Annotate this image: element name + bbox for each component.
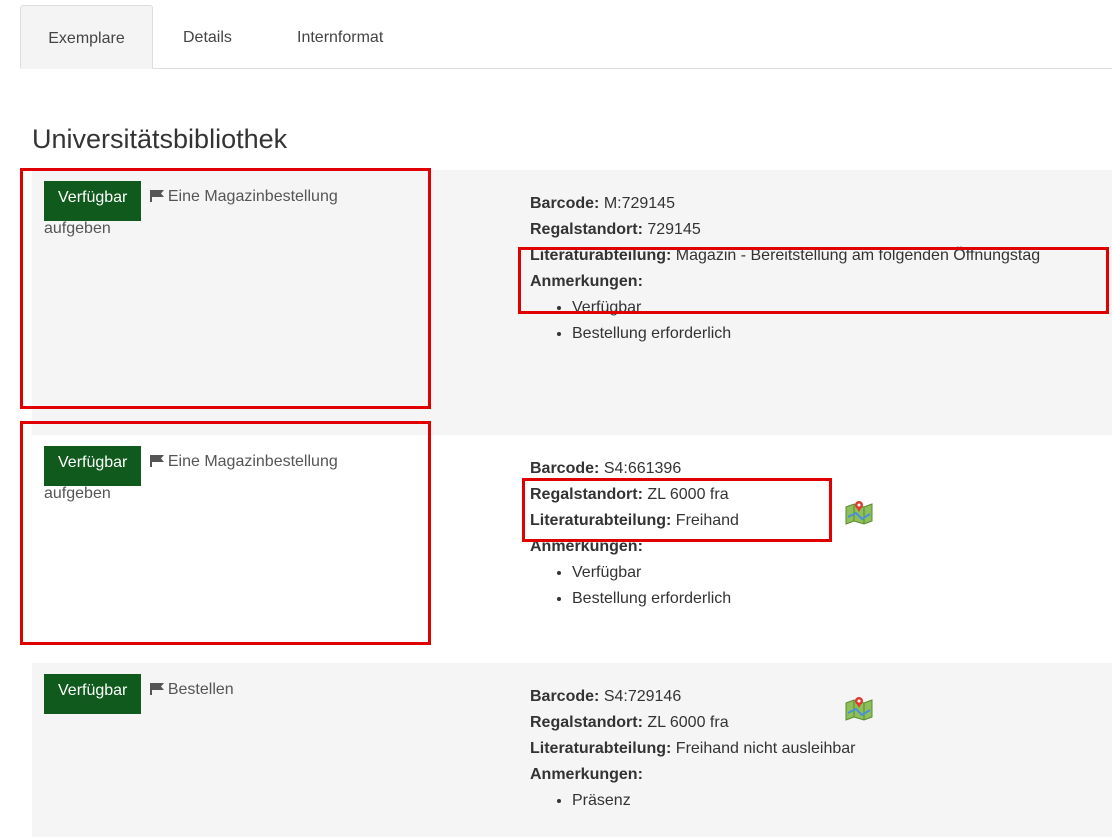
holding-row-3: Verfügbar Bestellen Barcode: S4:729146 R… [32, 663, 1112, 837]
order-link-label: Eine Magazinbestellung [167, 453, 338, 470]
order-link-label: Bestellen [167, 681, 234, 698]
tab-internformat[interactable]: Internformat [297, 5, 383, 68]
tab-exemplare[interactable]: Exemplare [20, 5, 153, 69]
department-label: Literaturabteilung: [530, 512, 672, 529]
holding-row-1: Verfügbar Eine Magazinbestellung aufgebe… [32, 170, 1112, 435]
shelf-label: Regalstandort: [530, 714, 643, 731]
shelf-label: Regalstandort: [530, 486, 643, 503]
flag-icon [149, 683, 164, 695]
order-link-label-continued: aufgeben [44, 485, 111, 502]
notes-list: Verfügbar Bestellung erforderlich [530, 295, 1110, 347]
barcode-value: M:729145 [603, 195, 675, 212]
barcode-label: Barcode: [530, 460, 600, 477]
barcode-label: Barcode: [530, 195, 600, 212]
barcode-line: Barcode: M:729145 [530, 191, 1110, 217]
notes-line: Anmerkungen: [530, 269, 1110, 295]
barcode-label: Barcode: [530, 688, 600, 705]
shelf-value: ZL 6000 fra [647, 486, 729, 503]
availability-badge: Verfügbar [44, 674, 142, 714]
department-line: Literaturabteilung: Magazin - Bereitstel… [530, 243, 1110, 269]
holding-details: Barcode: M:729145 Regalstandort: 729145 … [530, 191, 1110, 347]
department-value: Magazin - Bereitstellung am folgenden Öf… [675, 247, 1041, 264]
shelf-label: Regalstandort: [530, 221, 643, 238]
barcode-line: Barcode: S4:661396 [530, 456, 1110, 482]
shelf-line: Regalstandort: ZL 6000 fra [530, 482, 1110, 508]
page: Exemplare Details Internformat Universit… [0, 0, 1112, 837]
flag-icon [149, 190, 164, 202]
holding-status-cell: Verfügbar Eine Magazinbestellung aufgebe… [44, 181, 424, 241]
department-label: Literaturabteilung: [530, 247, 672, 264]
tab-details[interactable]: Details [183, 5, 232, 68]
department-value: Freihand [675, 512, 739, 529]
availability-badge: Verfügbar [44, 181, 142, 221]
barcode-value: S4:729146 [603, 688, 682, 705]
availability-badge: Verfügbar [44, 446, 142, 486]
note-item: Verfügbar [572, 560, 1110, 586]
department-line: Literaturabteilung: Freihand [530, 508, 1110, 534]
map-icon[interactable] [844, 695, 874, 721]
holding-status-cell: Verfügbar Eine Magazinbestellung aufgebe… [44, 446, 424, 506]
shelf-line: Regalstandort: ZL 6000 fra [530, 710, 1110, 736]
holding-row-2: Verfügbar Eine Magazinbestellung aufgebe… [32, 435, 1112, 663]
notes-list: Verfügbar Bestellung erforderlich [530, 560, 1110, 612]
notes-line: Anmerkungen: [530, 762, 1110, 788]
notes-list: Präsenz [530, 788, 1110, 814]
library-title: Universitätsbibliothek [32, 124, 288, 154]
order-link-label: Eine Magazinbestellung [167, 188, 338, 205]
holding-details: Barcode: S4:729146 Regalstandort: ZL 600… [530, 684, 1110, 814]
barcode-value: S4:661396 [603, 460, 682, 477]
notes-line: Anmerkungen: [530, 534, 1110, 560]
order-link[interactable]: Bestellen [149, 681, 234, 698]
note-item: Präsenz [572, 788, 1110, 814]
shelf-value: 729145 [647, 221, 701, 238]
barcode-line: Barcode: S4:729146 [530, 684, 1110, 710]
department-line: Literaturabteilung: Freihand nicht ausle… [530, 736, 1110, 762]
shelf-line: Regalstandort: 729145 [530, 217, 1110, 243]
department-value: Freihand nicht ausleihbar [675, 740, 856, 757]
notes-label: Anmerkungen: [530, 538, 643, 555]
flag-icon [149, 455, 164, 467]
shelf-value: ZL 6000 fra [647, 714, 729, 731]
holding-details: Barcode: S4:661396 Regalstandort: ZL 600… [530, 456, 1110, 612]
map-icon[interactable] [844, 499, 874, 525]
order-link-label-continued: aufgeben [44, 220, 111, 237]
holding-status-cell: Verfügbar Bestellen [44, 674, 424, 714]
note-item: Bestellung erforderlich [572, 321, 1110, 347]
note-item: Bestellung erforderlich [572, 586, 1110, 612]
notes-label: Anmerkungen: [530, 273, 643, 290]
note-item: Verfügbar [572, 295, 1110, 321]
tab-bar: Exemplare Details Internformat [20, 5, 1112, 69]
notes-label: Anmerkungen: [530, 766, 643, 783]
department-label: Literaturabteilung: [530, 740, 672, 757]
